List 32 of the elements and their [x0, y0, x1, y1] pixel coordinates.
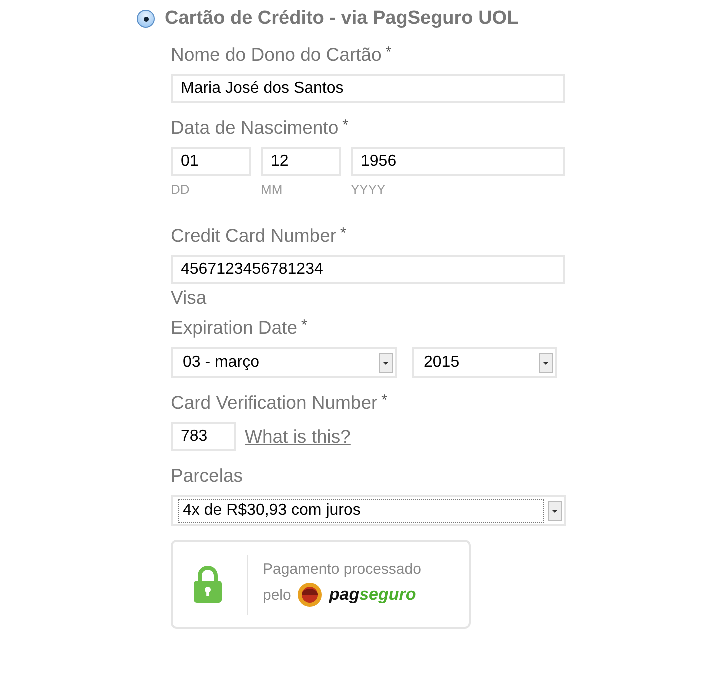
- field-label: Credit Card Number: [171, 225, 337, 247]
- badge-text: Pagamento processado: [263, 561, 422, 578]
- help-link[interactable]: What is this?: [245, 426, 351, 448]
- select-field[interactable]: 2015: [412, 347, 557, 378]
- required-mark: *: [382, 392, 388, 411]
- field-hint: DD: [171, 182, 191, 197]
- required-mark: *: [340, 225, 346, 244]
- field-label: Expiration Date: [171, 317, 298, 339]
- required-mark: *: [342, 117, 348, 136]
- input-field[interactable]: 12: [261, 147, 341, 176]
- input-field[interactable]: 01: [171, 147, 251, 176]
- input-field[interactable]: 1956: [351, 147, 565, 176]
- required-mark: *: [386, 44, 392, 63]
- input-field[interactable]: Maria José dos Santos: [171, 74, 565, 103]
- select-field[interactable]: 03 - março: [171, 347, 397, 378]
- select-field[interactable]: 4x de R$30,93 com juros: [171, 495, 566, 526]
- required-mark: *: [301, 317, 308, 336]
- input-field[interactable]: 4567123456781234: [171, 255, 565, 284]
- field-label: Nome do Dono do Cartão: [171, 44, 382, 66]
- card-brand-text: Visa: [171, 287, 208, 309]
- field-hint: MM: [261, 182, 284, 197]
- logo-icon: [297, 582, 324, 608]
- field-label: Data de Nascimento: [171, 117, 339, 139]
- input-field[interactable]: 783: [171, 422, 236, 451]
- radio-button[interactable]: [137, 10, 155, 28]
- padlock-icon: [193, 566, 223, 604]
- badge-text: pelo: [263, 586, 292, 604]
- field-hint: YYYY: [351, 182, 387, 197]
- field-label: Parcelas: [171, 465, 243, 487]
- field-label: Card Verification Number: [171, 392, 378, 414]
- logo-wordmark: pagseguro: [329, 585, 416, 605]
- payment-option-label: Cartão de Crédito - via PagSeguro UOL: [165, 8, 519, 30]
